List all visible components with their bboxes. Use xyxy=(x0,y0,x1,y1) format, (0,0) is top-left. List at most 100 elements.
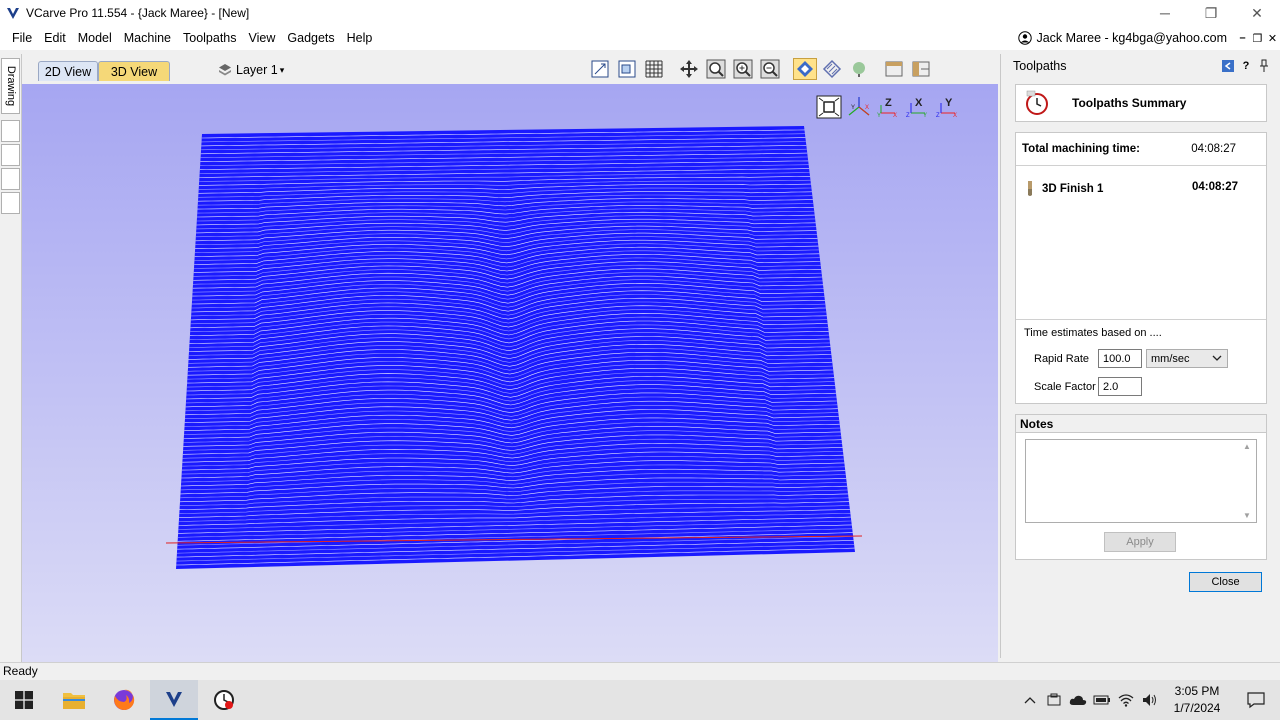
taskbar-vcarve[interactable] xyxy=(150,680,198,720)
tab-3d-view[interactable]: 3D View xyxy=(98,61,170,81)
zoom-out-icon[interactable] xyxy=(758,58,782,80)
battery-icon[interactable] xyxy=(1090,680,1114,720)
zoom-selection-icon[interactable] xyxy=(615,58,639,80)
menu-gadgets[interactable]: Gadgets xyxy=(281,26,340,50)
divider xyxy=(1016,319,1266,320)
zoom-extents-icon[interactable] xyxy=(704,58,728,80)
render-model-icon[interactable] xyxy=(847,58,871,80)
minimize-button[interactable]: ─ xyxy=(1142,0,1188,26)
svg-text:Z: Z xyxy=(906,113,910,119)
notes-textarea[interactable]: ▲ ▼ xyxy=(1025,439,1257,523)
doc-restore-button[interactable]: ❐ xyxy=(1250,32,1265,45)
iso-view-icon[interactable]: YX xyxy=(844,94,874,120)
volume-icon[interactable] xyxy=(1138,680,1162,720)
vcarve-taskbar-icon xyxy=(166,692,182,707)
toolpath-preview-icon[interactable] xyxy=(793,58,817,80)
layout-tiles-icon[interactable] xyxy=(909,58,933,80)
svg-text:X: X xyxy=(865,105,869,111)
tray-meet-icon[interactable] xyxy=(1042,680,1066,720)
toolpath-name: 3D Finish 1 xyxy=(1042,183,1104,195)
view-toolbar: 2D View 3D View Layer 1 ▾ xyxy=(22,54,998,84)
summary-title: Toolpaths Summary xyxy=(1072,96,1187,110)
menu-machine[interactable]: Machine xyxy=(118,26,177,50)
status-text: Ready xyxy=(3,664,38,678)
3d-viewport[interactable]: YX ZXY XYZ YXZ xyxy=(22,84,998,662)
taskbar-recorder[interactable] xyxy=(200,680,248,720)
svg-text:X: X xyxy=(915,97,923,109)
user-account-icon[interactable] xyxy=(1018,31,1033,45)
rapid-rate-unit-select[interactable]: mm/sec xyxy=(1146,349,1228,368)
scroll-down-icon[interactable]: ▼ xyxy=(1243,511,1251,520)
menu-file[interactable]: File xyxy=(6,26,38,50)
drawing-tab[interactable]: Drawing xyxy=(1,58,20,114)
start-button[interactable] xyxy=(0,680,48,720)
drawing-tab-label: Drawing xyxy=(4,65,17,107)
layer-selector[interactable]: Layer 1 ▾ xyxy=(218,60,284,80)
apply-button[interactable]: Apply xyxy=(1104,532,1176,552)
svg-text:Y: Y xyxy=(923,113,927,119)
front-view-icon[interactable]: XY Z xyxy=(904,94,934,120)
zoom-box-icon[interactable] xyxy=(588,58,612,80)
fit-view-icon[interactable] xyxy=(814,94,844,120)
wifi-icon[interactable] xyxy=(1114,680,1138,720)
tray-overflow-icon[interactable] xyxy=(1018,680,1042,720)
toolpath-time: 04:08:27 xyxy=(1191,181,1238,193)
notification-center-icon[interactable] xyxy=(1232,680,1280,720)
end-mill-icon xyxy=(1028,181,1032,196)
grid-icon[interactable] xyxy=(642,58,666,80)
taskbar-firefox[interactable] xyxy=(100,680,148,720)
side-view-icon[interactable]: YX Z xyxy=(934,94,964,120)
strip-tab-2[interactable] xyxy=(1,144,20,166)
total-time-value: 04:08:27 xyxy=(1191,143,1236,155)
maximize-button[interactable]: ❐ xyxy=(1188,0,1234,26)
taskbar-clock[interactable]: 3:05 PM 1/7/2024 xyxy=(1162,683,1232,717)
toolpath-simulate-icon[interactable] xyxy=(820,58,844,80)
svg-text:Z: Z xyxy=(885,97,892,109)
strip-tab-4[interactable] xyxy=(1,192,20,214)
layer-label: Layer 1 xyxy=(236,63,278,77)
panel-dock-icon[interactable] xyxy=(1220,58,1236,74)
strip-tab-3[interactable] xyxy=(1,168,20,190)
close-button[interactable]: Close xyxy=(1189,572,1262,592)
layout-split-icon[interactable] xyxy=(882,58,906,80)
scale-factor-input[interactable] xyxy=(1098,377,1142,396)
onedrive-icon[interactable] xyxy=(1066,680,1090,720)
doc-minimize-button[interactable]: – xyxy=(1235,32,1250,44)
window-title: VCarve Pro 11.554 - {Jack Maree} - [New] xyxy=(26,6,250,20)
screen-recorder-icon xyxy=(214,690,234,710)
menu-help[interactable]: Help xyxy=(341,26,379,50)
zoom-in-icon[interactable] xyxy=(731,58,755,80)
menu-toolpaths[interactable]: Toolpaths xyxy=(177,26,243,50)
layer-dropdown-icon: ▾ xyxy=(279,64,285,75)
svg-text:X: X xyxy=(893,113,897,119)
notes-scrollbar[interactable]: ▲ ▼ xyxy=(1240,440,1256,522)
menu-edit[interactable]: Edit xyxy=(38,26,72,50)
svg-text:Y: Y xyxy=(877,113,881,119)
close-window-button[interactable]: ✕ xyxy=(1234,0,1280,26)
left-tab-strip: Drawing xyxy=(0,54,22,662)
title-bar: VCarve Pro 11.554 - {Jack Maree} - [New]… xyxy=(0,0,1280,26)
rapid-rate-unit-label: mm/sec xyxy=(1151,352,1190,365)
panel-title: Toolpaths xyxy=(1013,59,1067,73)
taskbar-file-explorer[interactable] xyxy=(50,680,98,720)
user-account-label[interactable]: Jack Maree - kg4bga@yahoo.com xyxy=(1036,31,1227,45)
svg-text:Z: Z xyxy=(936,113,940,119)
notes-section: Notes ▲ ▼ Apply xyxy=(1015,414,1267,560)
svg-text:Y: Y xyxy=(945,97,953,109)
doc-close-button[interactable]: ✕ xyxy=(1265,32,1280,45)
top-view-icon[interactable]: ZX Y xyxy=(874,94,904,120)
pan-icon[interactable] xyxy=(677,58,701,80)
rapid-rate-input[interactable] xyxy=(1098,349,1142,368)
strip-tab-1[interactable] xyxy=(1,120,20,142)
tab-2d-view[interactable]: 2D View xyxy=(38,61,98,81)
folder-icon xyxy=(63,693,85,709)
scroll-up-icon[interactable]: ▲ xyxy=(1243,442,1251,451)
panel-pin-icon[interactable] xyxy=(1256,58,1272,74)
windows-taskbar: 3:05 PM 1/7/2024 xyxy=(0,680,1280,720)
menu-view[interactable]: View xyxy=(243,26,282,50)
layer-icon xyxy=(219,64,231,76)
toolpaths-panel: Toolpaths ? Toolpaths Summary Total mach… xyxy=(1000,54,1280,658)
scale-factor-label: Scale Factor xyxy=(1034,381,1096,393)
menu-model[interactable]: Model xyxy=(72,26,118,50)
panel-help-icon[interactable]: ? xyxy=(1238,58,1254,74)
